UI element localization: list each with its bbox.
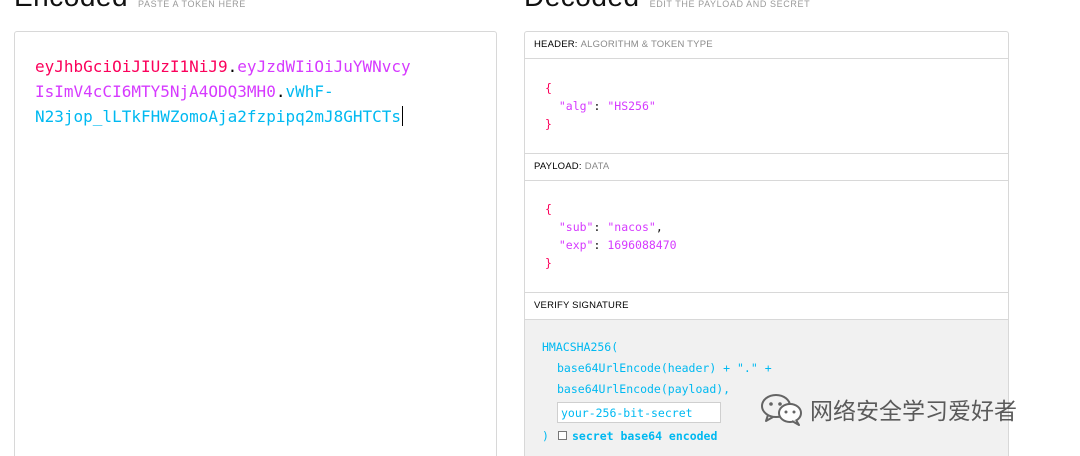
secret-input[interactable] — [557, 402, 721, 423]
wechat-icon — [761, 394, 802, 426]
json-colon: : — [593, 220, 608, 234]
header-section-title: HEADER: ALGORITHM & TOKEN TYPE — [525, 32, 1008, 59]
watermark: 网络安全学习爱好者 — [760, 392, 1017, 426]
token-payload-part: IsImV4cCI6MTY5NjA4ODQ3MH0 — [35, 82, 276, 101]
alg-key: "alg" — [558, 99, 594, 113]
json-colon: : — [593, 99, 608, 113]
payload-json-editor[interactable]: { "sub": "nacos", "exp": 1696088470 } — [545, 200, 1008, 272]
verify-label: VERIFY SIGNATURE — [534, 300, 629, 311]
payload-label: PAYLOAD: — [534, 161, 582, 172]
json-open-brace: { — [545, 81, 552, 95]
header-encode-line: base64UrlEncode(header) + "." + — [557, 361, 772, 375]
token-dot: . — [227, 57, 238, 76]
header-label: HEADER: — [534, 39, 578, 50]
token-signature-part: vWhF- — [285, 82, 334, 101]
json-open-brace: { — [545, 202, 552, 216]
token-payload-part: eyJzdWIiOiJuYWNvcy — [237, 57, 411, 76]
encoded-heading: Encoded PASTE A TOKEN HERE — [14, 0, 246, 11]
payload-section-title: PAYLOAD: DATA — [525, 154, 1008, 181]
token-signature-part: N23jop_lLTkFHWZomoAja2fzpipq2mJ8GHTCTs — [35, 107, 402, 126]
encoded-token-text[interactable]: eyJhbGciOiJIUzI1NiJ9.eyJzdWIiOiJuYWNvcy … — [35, 54, 475, 129]
json-close-brace: } — [545, 117, 552, 131]
header-sublabel: ALGORITHM & TOKEN TYPE — [580, 39, 713, 50]
header-json-editor[interactable]: { "alg": "HS256" } — [545, 79, 1008, 133]
sub-key: "sub" — [558, 220, 594, 234]
encoded-token-editor[interactable]: eyJhbGciOiJIUzI1NiJ9.eyJzdWIiOiJuYWNvcy … — [14, 31, 497, 456]
decoded-heading: Decoded EDIT THE PAYLOAD AND SECRET — [524, 0, 811, 11]
jwt-debugger-page: Encoded PASTE A TOKEN HERE Decoded EDIT … — [0, 0, 1080, 456]
exp-value: 1696088470 — [607, 238, 677, 252]
watermark-text: 网络安全学习爱好者 — [810, 399, 1017, 425]
decoded-hint: EDIT THE PAYLOAD AND SECRET — [649, 0, 811, 9]
hmac-function-line: HMACSHA256( — [542, 340, 619, 354]
verify-section-title: VERIFY SIGNATURE — [525, 293, 1008, 320]
exp-key: "exp" — [558, 238, 594, 252]
json-close-brace: } — [545, 256, 552, 270]
secret-base64-label[interactable]: secret base64 encoded — [572, 427, 717, 445]
decoded-title: Decoded — [524, 0, 640, 11]
alg-value: "HS256" — [607, 99, 656, 113]
payload-sublabel: DATA — [584, 161, 610, 172]
encoded-hint: PASTE A TOKEN HERE — [138, 0, 246, 9]
secret-base64-checkbox[interactable] — [558, 431, 567, 440]
sub-value: "nacos" — [607, 220, 656, 234]
text-caret — [402, 106, 404, 126]
token-header-part: eyJhbGciOiJIUzI1NiJ9 — [35, 57, 228, 76]
json-colon: : — [593, 238, 608, 252]
encoded-title: Encoded — [14, 0, 128, 11]
payload-encode-line: base64UrlEncode(payload), — [557, 382, 731, 396]
json-comma: , — [655, 220, 663, 234]
hmac-close-paren: ) — [542, 429, 549, 443]
